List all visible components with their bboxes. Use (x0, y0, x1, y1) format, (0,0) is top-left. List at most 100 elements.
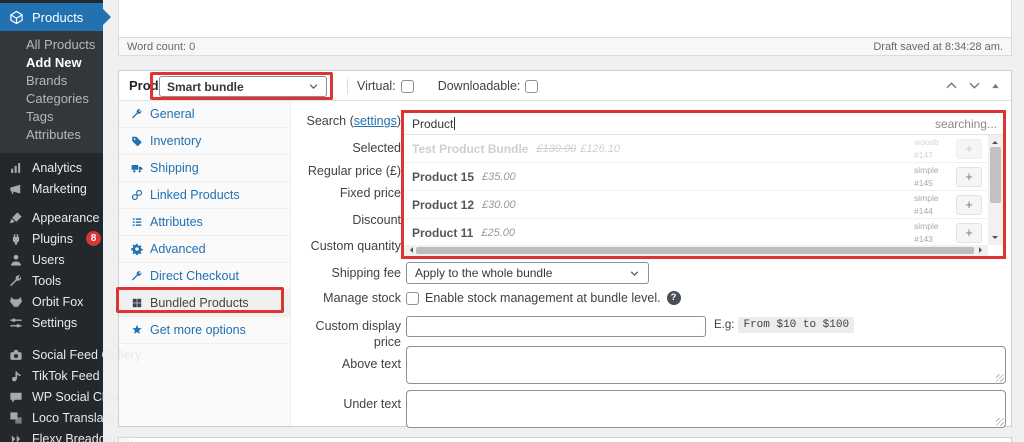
price-format-example: From $10 to $100 (738, 317, 855, 333)
above-text-textarea[interactable] (406, 346, 1006, 384)
tab-attributes[interactable]: Attributes (119, 209, 290, 236)
search-result-row[interactable]: Product 11 £25.00 simple #143 + (404, 219, 988, 245)
flexy-breadcrumb-icon (9, 432, 23, 442)
bundled-products-panel: Search (settings) Selected Regular price… (291, 101, 1011, 428)
shipping-fee-select[interactable]: Apply to the whole bundle (406, 262, 649, 284)
search-query-text: Product (412, 116, 454, 131)
sidebar-item-all-products[interactable]: All Products (0, 36, 103, 54)
shipping-fee-label: Shipping fee (331, 266, 401, 280)
users-icon (9, 253, 23, 267)
advanced-icon (131, 243, 143, 255)
tab-bundled-products[interactable]: Bundled Products (119, 290, 290, 317)
product-data-header: Product data — Smart bundle Virtual: Dow… (119, 71, 1011, 101)
vertical-scroll-thumb[interactable] (990, 147, 1001, 203)
scroll-down-arrow-icon[interactable] (992, 236, 998, 242)
wp-social-chat-icon (9, 390, 23, 404)
scroll-left-arrow-icon[interactable] (407, 247, 413, 253)
toggle-panel-icon[interactable] (990, 81, 1001, 92)
attributes-icon (131, 216, 143, 228)
move-down-icon[interactable] (967, 78, 982, 93)
next-metabox-edge (118, 437, 1012, 442)
products-submenu: All Products Add New Brands Categories T… (0, 31, 103, 153)
sidebar-item-add-new[interactable]: Add New (0, 54, 103, 72)
searching-status: searching... (934, 116, 997, 131)
vertical-scrollbar[interactable] (988, 135, 1003, 245)
direct-checkout-icon (131, 270, 143, 282)
shipping-icon (131, 162, 143, 174)
tab-advanced[interactable]: Advanced (119, 236, 290, 263)
horizontal-scroll-thumb[interactable] (416, 247, 974, 254)
add-product-button[interactable]: + (956, 166, 982, 187)
sidebar-item-marketing[interactable]: Marketing (0, 178, 103, 199)
help-icon[interactable]: ? (666, 291, 681, 305)
manage-stock-row: Enable stock management at bundle level.… (406, 291, 681, 305)
text-cursor (454, 117, 456, 130)
search-result-row[interactable]: Product 12 £30.00 simple #144 + (404, 191, 988, 219)
tab-get-more-options[interactable]: Get more options (119, 317, 290, 344)
chevron-down-icon (629, 268, 640, 279)
loco-translate-icon (9, 411, 23, 425)
draft-saved-status: Draft saved at 8:34:28 am. (873, 40, 1003, 53)
sidebar-item-social-feed-gallery[interactable]: Social Feed Gallery (0, 344, 141, 365)
scroll-right-arrow-icon[interactable] (979, 247, 985, 253)
sidebar-products-label: Products (32, 9, 84, 25)
add-product-button[interactable]: + (956, 194, 982, 215)
sidebar-item-orbit-fox[interactable]: Orbit Fox (0, 291, 103, 312)
sidebar-item-tiktok-feed[interactable]: TikTok Feed (0, 365, 103, 386)
tools-icon (9, 274, 23, 288)
tab-linked-products[interactable]: Linked Products (119, 182, 290, 209)
sidebar-item-products[interactable]: Products (0, 3, 111, 31)
custom-quantity-label: Custom quantity (310, 239, 401, 253)
virtual-label: Virtual: (357, 79, 396, 93)
tab-shipping[interactable]: Shipping (119, 155, 290, 182)
sidebar-item-brands[interactable]: Brands (0, 72, 103, 90)
tiktok-feed-icon (9, 369, 23, 383)
tab-general[interactable]: General (119, 101, 290, 128)
marketing-icon (9, 182, 23, 196)
products-icon (9, 10, 24, 25)
manage-stock-checkbox-label: Enable stock management at bundle level. (425, 291, 661, 305)
tab-inventory[interactable]: Inventory (119, 128, 290, 155)
sidebar-item-plugins[interactable]: Plugins 8 (0, 228, 103, 249)
move-up-icon[interactable] (944, 78, 959, 93)
admin-content: Word count: 0 Draft saved at 8:34:28 am.… (103, 0, 1024, 442)
sidebar-item-tools[interactable]: Tools (0, 270, 103, 291)
sidebar-item-wp-social-chat[interactable]: WP Social Chat (0, 386, 119, 407)
sidebar-item-appearance[interactable]: Appearance (0, 207, 103, 228)
product-type-select[interactable]: Smart bundle (159, 76, 327, 97)
custom-display-price-hint: E.g: From $10 to $100 (714, 317, 855, 333)
product-search-dropdown: Product searching... Test Product Bundle… (401, 110, 1006, 259)
sidebar-item-tags[interactable]: Tags (0, 108, 103, 126)
product-data-body: General Inventory Shipping Linked Produc… (119, 101, 1011, 428)
add-product-button[interactable]: + (956, 222, 982, 243)
product-search-input[interactable]: Product searching... (404, 113, 1003, 135)
under-text-textarea[interactable] (406, 390, 1006, 428)
sidebar-item-categories[interactable]: Categories (0, 90, 103, 108)
search-result-row[interactable]: Product 15 £35.00 simple #145 + (404, 163, 988, 191)
product-data-metabox: Product data — Smart bundle Virtual: Dow… (118, 70, 1012, 428)
admin-sidebar: Products All Products Add New Brands Cat… (0, 0, 141, 442)
custom-display-price-input[interactable] (406, 316, 706, 337)
sidebar-item-settings[interactable]: Settings (0, 312, 103, 333)
linked-products-icon (131, 189, 143, 201)
sidebar-item-flexy-breadcrumb[interactable]: Flexy Breadcrumb (0, 428, 133, 442)
sidebar-item-loco-translate[interactable]: Loco Translate (0, 407, 114, 428)
sidebar-item-analytics[interactable]: Analytics (0, 157, 103, 178)
shipping-fee-value: Apply to the whole bundle (415, 266, 553, 280)
scroll-up-arrow-icon[interactable] (992, 138, 998, 144)
appearance-icon (9, 211, 23, 225)
tab-direct-checkout[interactable]: Direct Checkout (119, 263, 290, 290)
discount-label: Discount (352, 213, 401, 227)
metabox-controls (944, 78, 1001, 93)
add-product-button: + (956, 138, 982, 159)
downloadable-checkbox[interactable] (525, 79, 539, 93)
virtual-checkbox[interactable] (400, 79, 414, 93)
sidebar-item-attributes[interactable]: Attributes (0, 126, 103, 144)
sidebar-item-users[interactable]: Users (0, 249, 103, 270)
horizontal-scrollbar[interactable] (404, 245, 988, 256)
analytics-icon (9, 161, 23, 175)
search-results-list: Test Product Bundle £130.00 £126.10 woosb… (404, 135, 988, 245)
manage-stock-checkbox[interactable] (406, 291, 419, 305)
settings-link[interactable]: settings (354, 114, 397, 128)
header-divider (347, 79, 348, 94)
